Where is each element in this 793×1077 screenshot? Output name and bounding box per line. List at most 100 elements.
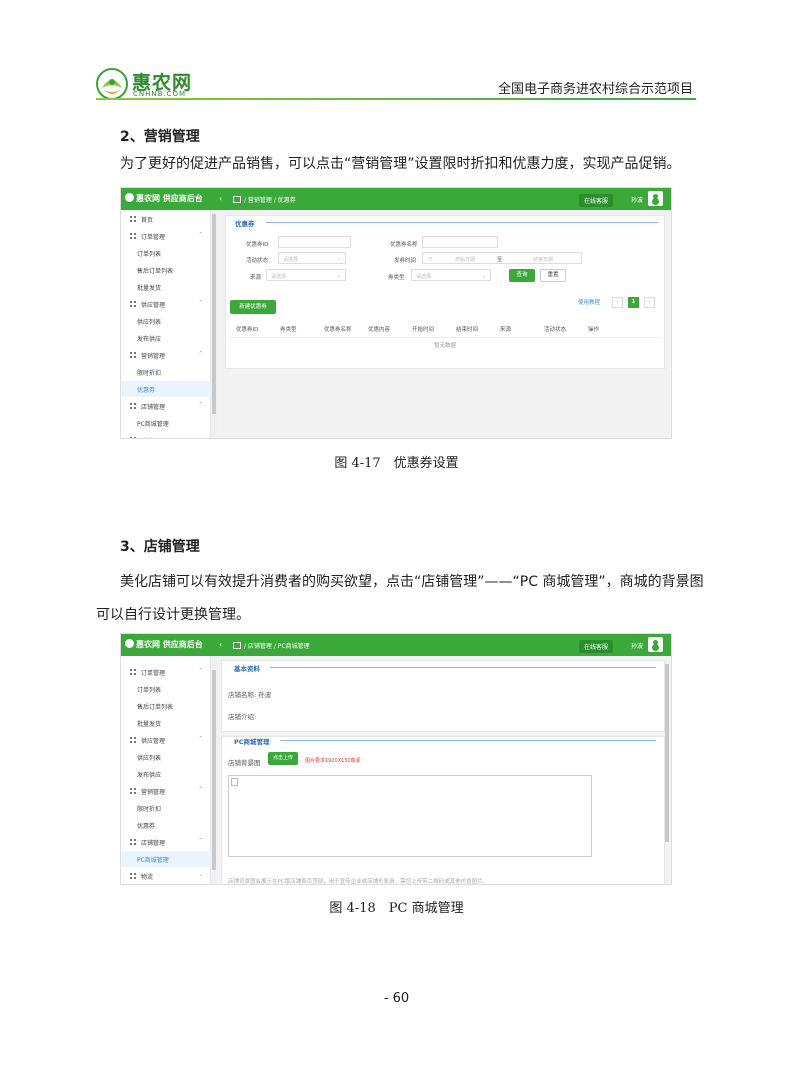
search-button[interactable]: 查询 bbox=[509, 269, 535, 282]
sidebar-item[interactable]: 售后订单列表 bbox=[121, 698, 211, 714]
coupon-panel: 优惠券 优惠券ID 优惠券名称 活动状态 请选择 ⌄ 发券时间 ◷ 开始日期 至 … bbox=[225, 215, 665, 369]
upload-button[interactable]: 点击上传 bbox=[268, 752, 298, 765]
sidebar-item[interactable]: 供应列表 bbox=[121, 749, 211, 765]
source-select[interactable]: 请选择 ⌄ bbox=[266, 269, 346, 281]
help-link[interactable]: 使用教程 bbox=[578, 298, 600, 306]
grid-icon bbox=[130, 301, 136, 307]
new-coupon-button[interactable]: 新建优惠券 bbox=[230, 300, 276, 314]
type-label: 券类型 bbox=[388, 275, 405, 281]
sidebar-item[interactable]: 限时折扣 bbox=[121, 364, 211, 380]
coupon-id-input[interactable] bbox=[278, 236, 351, 248]
table-header-cell: 开始时间 bbox=[412, 327, 435, 333]
sidebar-item[interactable]: 订单管理 ^ bbox=[121, 664, 211, 680]
sidebar-item-label: 优惠券 bbox=[137, 387, 156, 394]
basic-info-title: 基本资料 bbox=[234, 665, 260, 673]
sidebar-item-label: 营销管理 bbox=[141, 789, 166, 796]
sidebar: 首页 订单管理 ^ 订单列表 售后订单列表 批量发货 供应管理 ^ 供应列表发布供应营销管理 ^ 限… bbox=[121, 210, 211, 438]
content-scroll-thumb[interactable] bbox=[665, 664, 669, 842]
sidebar-item[interactable]: 发布供应 bbox=[121, 330, 211, 346]
collapse-arrow-icon[interactable]: ‹ bbox=[219, 194, 222, 203]
sidebar-item[interactable]: 供应列表 bbox=[121, 313, 211, 329]
bg-image-note: 店铺背景图会展示在PC版店铺首页顶部，用于宣传企业或店铺形象用，需您上传带二维码… bbox=[228, 879, 489, 885]
grid-icon bbox=[130, 437, 136, 438]
sidebar-item[interactable]: PC商城管理 bbox=[121, 415, 211, 431]
chevron-icon: ^ bbox=[198, 838, 203, 844]
type-select[interactable]: 请选择 ⌄ bbox=[411, 269, 491, 281]
status-select[interactable]: 请选择 ⌄ bbox=[278, 252, 346, 264]
broken-image-icon bbox=[231, 778, 238, 786]
sidebar-item-label: 订单列表 bbox=[137, 687, 162, 694]
sidebar-item[interactable]: 店铺管理 ^ bbox=[121, 834, 211, 850]
grid-icon bbox=[130, 669, 136, 675]
pager-prev[interactable]: ‹ bbox=[612, 297, 623, 308]
logo-subtitle: CNHNB.COM bbox=[133, 90, 187, 98]
avatar[interactable] bbox=[648, 191, 663, 206]
sidebar-item[interactable]: PC商城管理 bbox=[121, 851, 211, 867]
table-header-cell: 来源 bbox=[500, 327, 512, 333]
sidebar-item[interactable]: 批量发货 bbox=[121, 279, 211, 295]
pager-current[interactable]: 1 bbox=[628, 297, 639, 308]
shop-name: 店铺名称: 孙波 bbox=[228, 691, 272, 699]
legend-line bbox=[266, 222, 658, 223]
table-header-cell: 操作 bbox=[588, 327, 600, 333]
sidebar-item[interactable]: 限时折扣 bbox=[121, 800, 211, 816]
online-service-button[interactable]: 在线客服 bbox=[578, 640, 613, 653]
sidebar-item-label: 发布供应 bbox=[137, 336, 162, 343]
sidebar-item[interactable]: 优惠券 bbox=[121, 381, 211, 397]
leaf-icon bbox=[125, 639, 134, 648]
online-service-button[interactable]: 在线客服 bbox=[578, 194, 613, 207]
panel-title: 优惠券 bbox=[235, 220, 255, 228]
sidebar-item[interactable]: 优惠券 bbox=[121, 817, 211, 833]
coupon-name-input[interactable] bbox=[422, 236, 498, 248]
pc-store-panel: PC商城管理 店铺背景图 点击上传 图片要求1920X150像素 店铺背景图会展… bbox=[221, 736, 665, 885]
source-label: 来源 bbox=[250, 275, 262, 281]
grid-icon bbox=[130, 839, 136, 845]
grid-icon bbox=[130, 737, 136, 743]
sidebar-item[interactable]: 营销管理 ^ bbox=[121, 347, 211, 363]
sidebar-item[interactable]: 订单管理 ^ bbox=[121, 228, 211, 244]
user-name[interactable]: 孙波 bbox=[631, 641, 643, 650]
sidebar-item-label: 供应列表 bbox=[137, 755, 162, 762]
collapse-arrow-icon[interactable]: ‹ bbox=[219, 640, 222, 649]
sidebar-item[interactable]: 订单列表 bbox=[121, 681, 211, 697]
sidebar-item[interactable]: 店铺管理 ^ bbox=[121, 398, 211, 414]
legend-line bbox=[270, 667, 656, 668]
sidebar-item[interactable]: 物流 ⌄ bbox=[121, 868, 211, 884]
sidebar-item[interactable]: 售后订单列表 bbox=[121, 262, 211, 278]
admin-topbar: 惠农网 供应商后台 ‹ / 营销管理 / 优惠券 在线客服 孙波 bbox=[121, 188, 671, 210]
section-2-text: 为了更好的促进产品销售，可以点击“营销管理”设置限时折扣和优惠力度，实现产品促销… bbox=[120, 156, 681, 172]
empty-text: 暂无数据 bbox=[433, 343, 456, 349]
sidebar-item-label: 供应管理 bbox=[141, 738, 166, 745]
sidebar-item-label: 订单管理 bbox=[141, 234, 166, 241]
avatar[interactable] bbox=[648, 637, 663, 652]
sidebar-item-label: 营销管理 bbox=[141, 353, 166, 360]
sidebar-item-label: PC商城管理 bbox=[137, 857, 169, 864]
breadcrumb: / 店铺管理 / PC商城管理 bbox=[233, 641, 310, 650]
date-range-input[interactable]: ◷ 开始日期 至 结束日期 bbox=[422, 252, 582, 264]
reset-button[interactable]: 重置 bbox=[540, 269, 566, 282]
home-icon[interactable] bbox=[233, 642, 241, 649]
header-title: 全国电子商务进农村综合示范项目 bbox=[497, 82, 693, 97]
sidebar-item[interactable]: 批量发货 bbox=[121, 715, 211, 731]
sidebar-item-label: 限时折扣 bbox=[137, 806, 162, 813]
scroll-thumb[interactable] bbox=[212, 670, 216, 870]
sidebar-item[interactable]: 首页 bbox=[121, 211, 211, 227]
table-header-cell: 优惠内容 bbox=[368, 327, 391, 333]
user-name[interactable]: 孙波 bbox=[631, 195, 643, 204]
scroll-thumb[interactable] bbox=[212, 214, 216, 414]
sidebar-item-label: 发布供应 bbox=[137, 772, 162, 779]
home-icon[interactable] bbox=[233, 196, 241, 203]
pager-next[interactable]: › bbox=[644, 297, 655, 308]
sidebar-item[interactable]: 物流 bbox=[121, 432, 211, 438]
admin-logo: 惠农网 供应商后台 bbox=[125, 639, 203, 650]
sidebar-item[interactable]: 供应管理 ^ bbox=[121, 296, 211, 312]
sidebar-item[interactable]: 供应管理 ^ bbox=[121, 732, 211, 748]
sidebar-item[interactable]: 营销管理 ^ bbox=[121, 783, 211, 799]
sidebar-item[interactable]: 订单列表 bbox=[121, 245, 211, 261]
coupon-name-label: 优惠券名称 bbox=[390, 242, 418, 248]
sidebar-scrollbar[interactable] bbox=[211, 656, 217, 884]
sidebar-item[interactable]: 发布供应 bbox=[121, 766, 211, 782]
sidebar-scrollbar[interactable] bbox=[211, 210, 217, 438]
chevron-icon: ⌄ bbox=[198, 872, 203, 878]
sidebar-item-label: 优惠券 bbox=[137, 823, 156, 830]
